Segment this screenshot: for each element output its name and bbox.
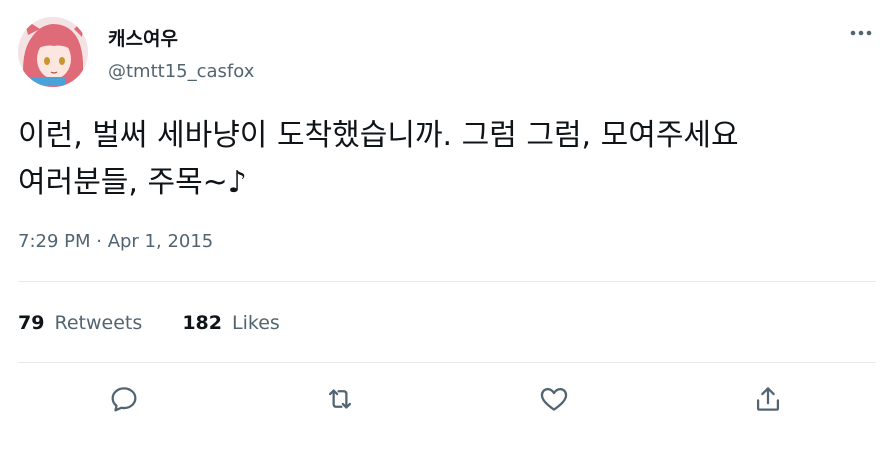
author-handle[interactable]: @tmtt15_casfox (108, 61, 254, 82)
share-icon[interactable] (751, 382, 785, 416)
tweet-timestamp[interactable]: 7:29 PM · Apr 1, 2015 (18, 231, 213, 252)
retweet-icon[interactable] (323, 382, 357, 416)
likes-count: 182 (182, 312, 222, 334)
reply-icon[interactable] (107, 382, 141, 416)
tweet-card: 캐스여우 @tmtt15_casfox 이런, 벌써 세바냥이 도착했습니까. … (0, 0, 894, 454)
tweet-stats: 79 Retweets 182 Likes (18, 312, 314, 334)
divider (18, 362, 876, 363)
retweets-label: Retweets (54, 312, 143, 334)
author-display-name[interactable]: 캐스여우 (108, 24, 178, 51)
like-icon[interactable] (537, 382, 571, 416)
avatar[interactable] (18, 17, 88, 87)
retweets-stat[interactable]: 79 Retweets (18, 312, 142, 334)
likes-label: Likes (232, 312, 280, 334)
retweets-count: 79 (18, 312, 45, 334)
avatar-image (18, 17, 88, 87)
more-options-icon[interactable] (846, 22, 876, 44)
divider (18, 281, 876, 282)
likes-stat[interactable]: 182 Likes (182, 312, 280, 334)
tweet-text: 이런, 벌써 세바냥이 도착했습니까. 그럼 그럼, 모여주세요 여러분들, 주… (18, 118, 739, 200)
